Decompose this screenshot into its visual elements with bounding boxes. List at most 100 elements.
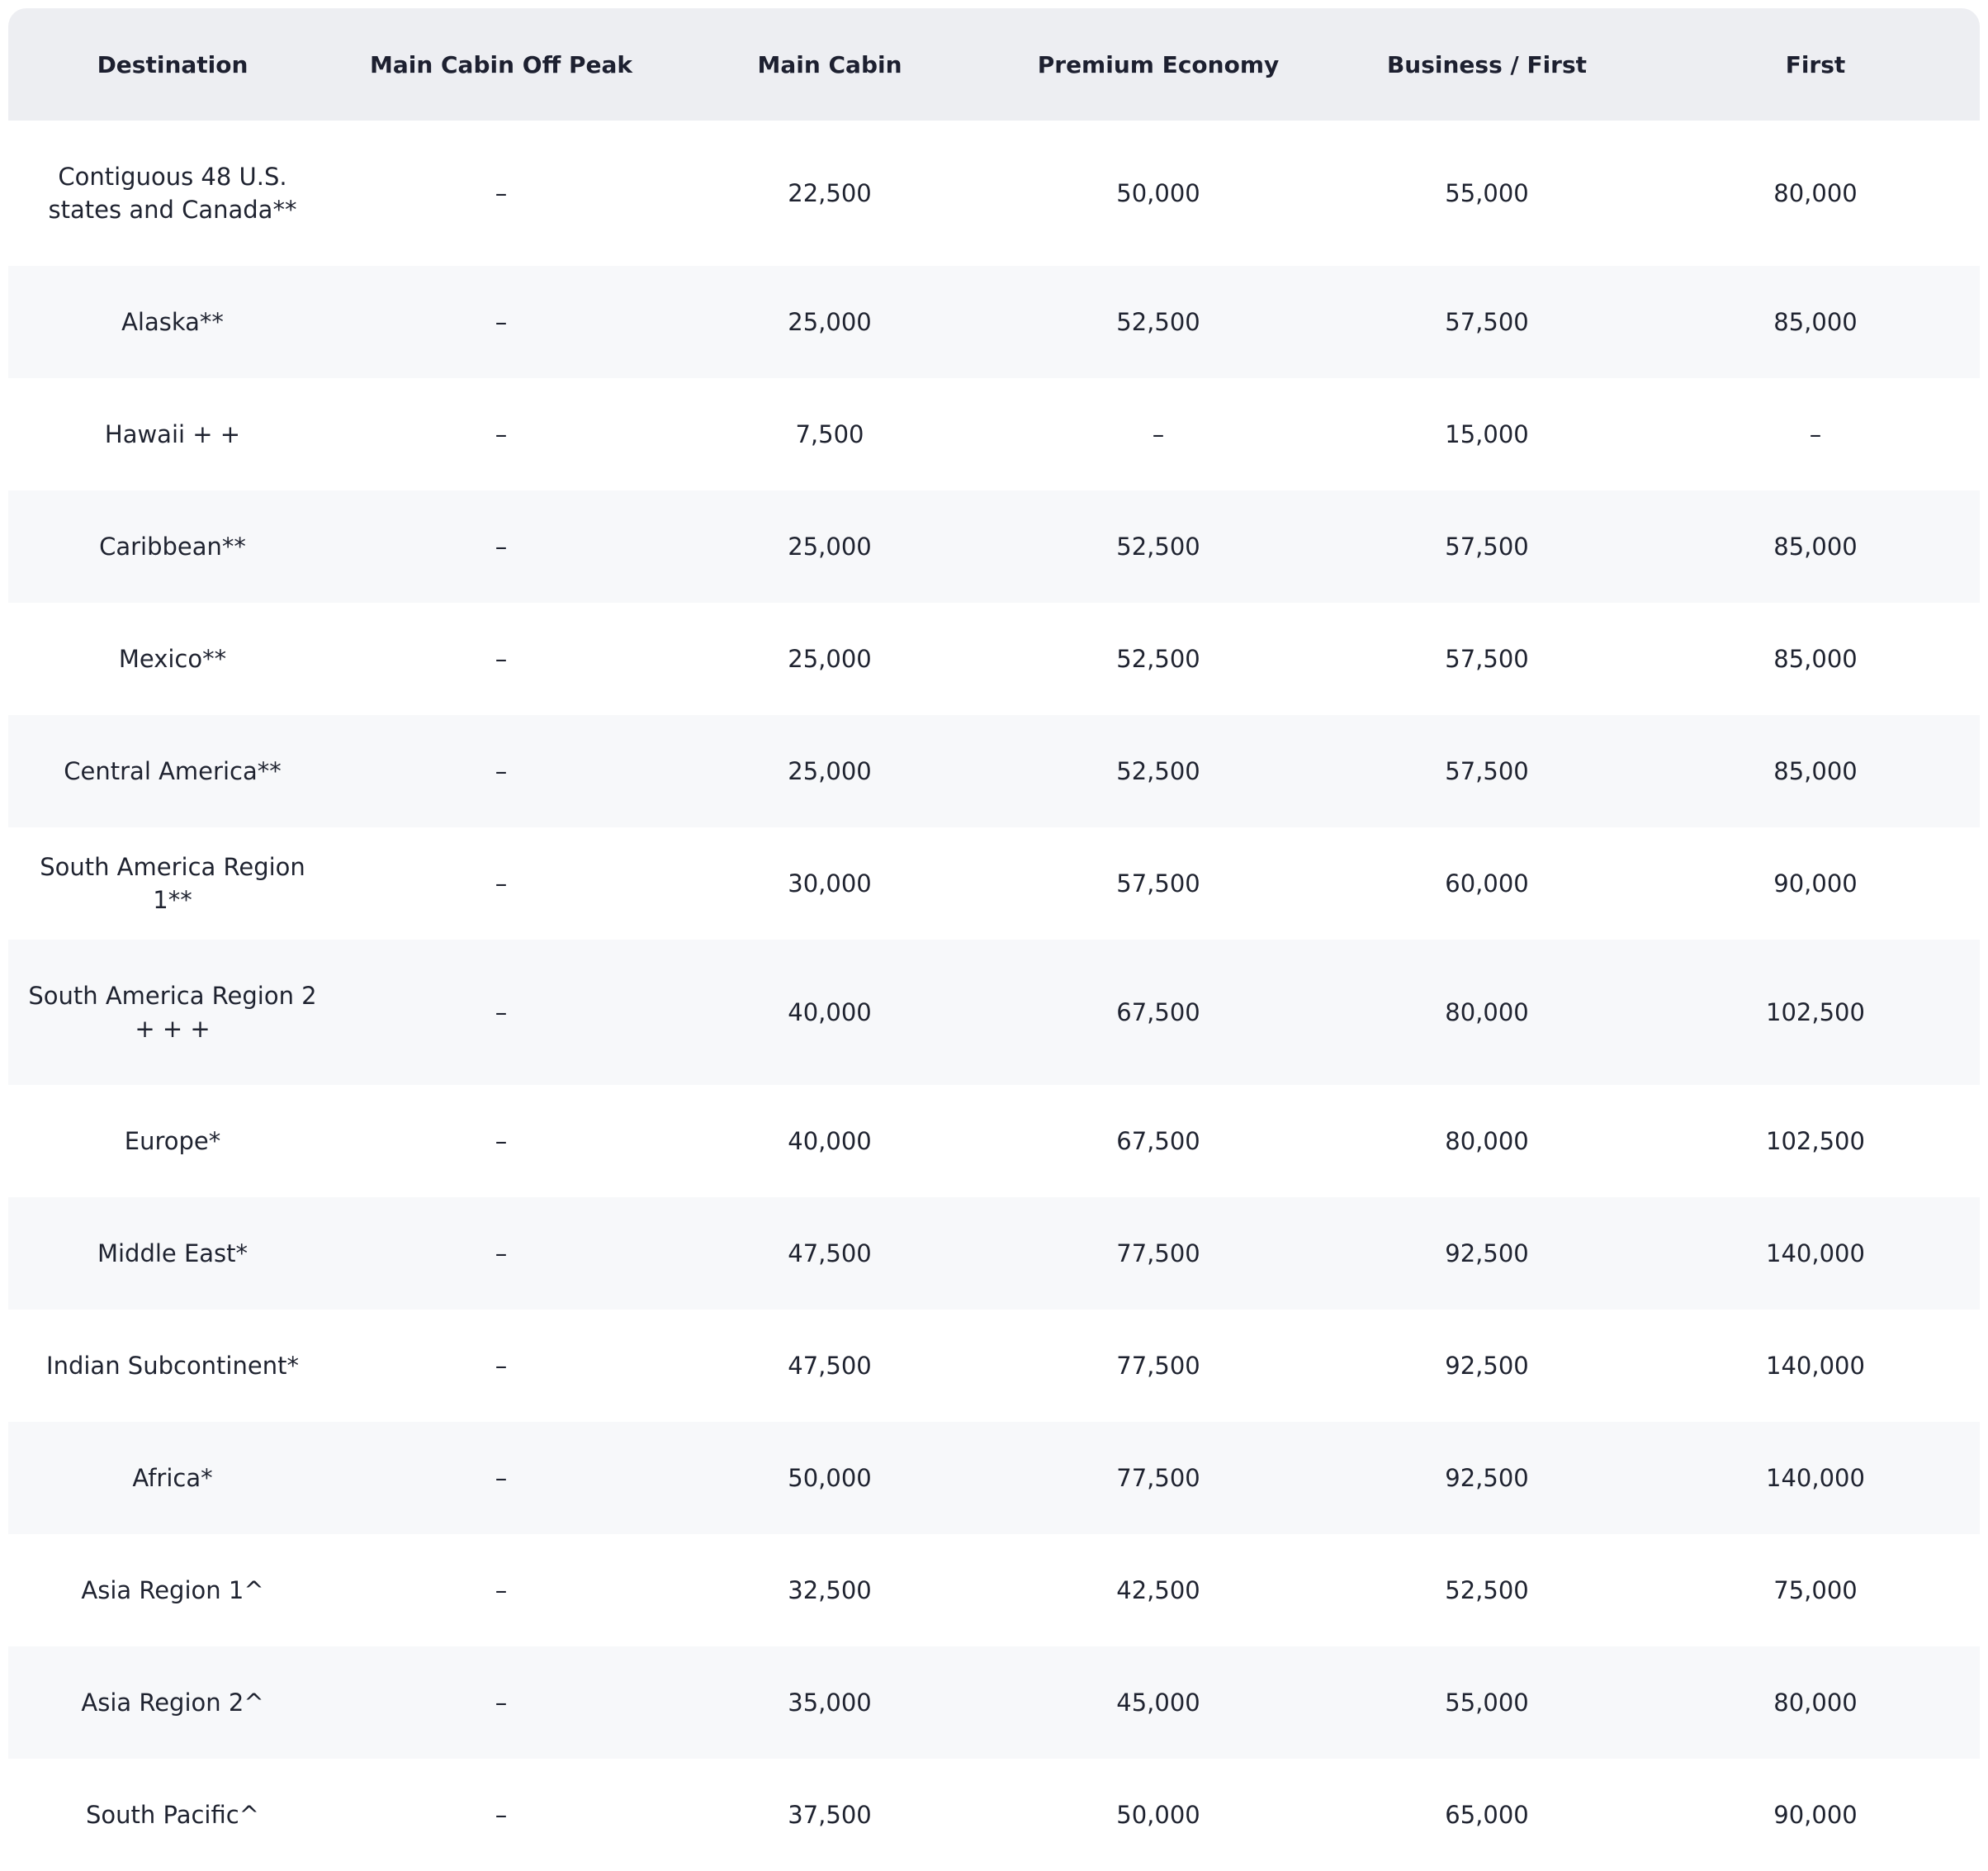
first-cell: – — [1651, 378, 1980, 490]
first-cell: 102,500 — [1651, 940, 1980, 1085]
table-row: Europe* – 40,000 67,500 80,000 102,500 — [8, 1085, 1980, 1197]
first-cell: 85,000 — [1651, 603, 1980, 715]
off-peak-cell: – — [337, 1310, 665, 1422]
premium-economy-cell: 42,500 — [994, 1534, 1323, 1646]
business-first-cell: 15,000 — [1323, 378, 1651, 490]
business-first-cell: 55,000 — [1323, 1646, 1651, 1759]
business-first-cell: 57,500 — [1323, 266, 1651, 378]
first-cell: 90,000 — [1651, 1759, 1980, 1871]
first-cell: 85,000 — [1651, 490, 1980, 603]
table-row: Hawaii + + – 7,500 – 15,000 – — [8, 378, 1980, 490]
premium-economy-cell: 50,000 — [994, 121, 1323, 266]
table-row: South Pacific^ – 37,500 50,000 65,000 90… — [8, 1759, 1980, 1871]
premium-economy-cell: 52,500 — [994, 715, 1323, 827]
table-row: Contiguous 48 U.S. states and Canada** –… — [8, 121, 1980, 266]
column-header-main-cabin: Main Cabin — [665, 8, 994, 121]
destination-cell: South America Region 1** — [8, 827, 337, 940]
off-peak-cell: – — [337, 1759, 665, 1871]
first-cell: 140,000 — [1651, 1310, 1980, 1422]
premium-economy-cell: 50,000 — [994, 1759, 1323, 1871]
table-row: South America Region 2 + + + – 40,000 67… — [8, 940, 1980, 1085]
main-cabin-cell: 32,500 — [665, 1534, 994, 1646]
award-chart-container: Destination Main Cabin Off Peak Main Cab… — [8, 8, 1980, 1871]
destination-cell: Asia Region 2^ — [8, 1646, 337, 1759]
destination-cell: Contiguous 48 U.S. states and Canada** — [8, 121, 337, 266]
off-peak-cell: – — [337, 1534, 665, 1646]
destination-cell: Caribbean** — [8, 490, 337, 603]
business-first-cell: 55,000 — [1323, 121, 1651, 266]
premium-economy-cell: 67,500 — [994, 1085, 1323, 1197]
award-chart-table: Destination Main Cabin Off Peak Main Cab… — [8, 8, 1980, 1871]
business-first-cell: 92,500 — [1323, 1310, 1651, 1422]
business-first-cell: 80,000 — [1323, 940, 1651, 1085]
premium-economy-cell: 67,500 — [994, 940, 1323, 1085]
main-cabin-cell: 30,000 — [665, 827, 994, 940]
main-cabin-cell: 47,500 — [665, 1197, 994, 1310]
first-cell: 80,000 — [1651, 121, 1980, 266]
premium-economy-cell: 77,500 — [994, 1310, 1323, 1422]
destination-cell: Hawaii + + — [8, 378, 337, 490]
table-row: Middle East* – 47,500 77,500 92,500 140,… — [8, 1197, 1980, 1310]
premium-economy-cell: 57,500 — [994, 827, 1323, 940]
business-first-cell: 65,000 — [1323, 1759, 1651, 1871]
premium-economy-cell: – — [994, 378, 1323, 490]
column-header-destination: Destination — [8, 8, 337, 121]
destination-cell: South Pacific^ — [8, 1759, 337, 1871]
business-first-cell: 92,500 — [1323, 1422, 1651, 1534]
off-peak-cell: – — [337, 121, 665, 266]
first-cell: 75,000 — [1651, 1534, 1980, 1646]
main-cabin-cell: 47,500 — [665, 1310, 994, 1422]
off-peak-cell: – — [337, 490, 665, 603]
main-cabin-cell: 25,000 — [665, 603, 994, 715]
premium-economy-cell: 52,500 — [994, 266, 1323, 378]
main-cabin-cell: 25,000 — [665, 490, 994, 603]
off-peak-cell: – — [337, 266, 665, 378]
table-row: Caribbean** – 25,000 52,500 57,500 85,00… — [8, 490, 1980, 603]
off-peak-cell: – — [337, 1646, 665, 1759]
main-cabin-cell: 50,000 — [665, 1422, 994, 1534]
business-first-cell: 57,500 — [1323, 603, 1651, 715]
destination-cell: Asia Region 1^ — [8, 1534, 337, 1646]
main-cabin-cell: 25,000 — [665, 266, 994, 378]
table-row: Asia Region 1^ – 32,500 42,500 52,500 75… — [8, 1534, 1980, 1646]
premium-economy-cell: 52,500 — [994, 603, 1323, 715]
business-first-cell: 92,500 — [1323, 1197, 1651, 1310]
off-peak-cell: – — [337, 827, 665, 940]
off-peak-cell: – — [337, 603, 665, 715]
first-cell: 140,000 — [1651, 1422, 1980, 1534]
table-row: Indian Subcontinent* – 47,500 77,500 92,… — [8, 1310, 1980, 1422]
off-peak-cell: – — [337, 1085, 665, 1197]
premium-economy-cell: 77,500 — [994, 1422, 1323, 1534]
destination-cell: Mexico** — [8, 603, 337, 715]
off-peak-cell: – — [337, 940, 665, 1085]
premium-economy-cell: 52,500 — [994, 490, 1323, 603]
business-first-cell: 57,500 — [1323, 490, 1651, 603]
main-cabin-cell: 7,500 — [665, 378, 994, 490]
table-row: Alaska** – 25,000 52,500 57,500 85,000 — [8, 266, 1980, 378]
destination-cell: Middle East* — [8, 1197, 337, 1310]
first-cell: 102,500 — [1651, 1085, 1980, 1197]
column-header-premium-economy: Premium Economy — [994, 8, 1323, 121]
off-peak-cell: – — [337, 1197, 665, 1310]
table-row: Africa* – 50,000 77,500 92,500 140,000 — [8, 1422, 1980, 1534]
table-row: Asia Region 2^ – 35,000 45,000 55,000 80… — [8, 1646, 1980, 1759]
column-header-first: First — [1651, 8, 1980, 121]
first-cell: 85,000 — [1651, 266, 1980, 378]
off-peak-cell: – — [337, 378, 665, 490]
column-header-main-cabin-off-peak: Main Cabin Off Peak — [337, 8, 665, 121]
business-first-cell: 52,500 — [1323, 1534, 1651, 1646]
header-row: Destination Main Cabin Off Peak Main Cab… — [8, 8, 1980, 121]
column-header-business-first: Business / First — [1323, 8, 1651, 121]
destination-cell: Europe* — [8, 1085, 337, 1197]
first-cell: 85,000 — [1651, 715, 1980, 827]
destination-cell: South America Region 2 + + + — [8, 940, 337, 1085]
off-peak-cell: – — [337, 1422, 665, 1534]
destination-cell: Indian Subcontinent* — [8, 1310, 337, 1422]
table-header: Destination Main Cabin Off Peak Main Cab… — [8, 8, 1980, 121]
premium-economy-cell: 45,000 — [994, 1646, 1323, 1759]
destination-cell: Central America** — [8, 715, 337, 827]
business-first-cell: 80,000 — [1323, 1085, 1651, 1197]
main-cabin-cell: 25,000 — [665, 715, 994, 827]
first-cell: 80,000 — [1651, 1646, 1980, 1759]
business-first-cell: 60,000 — [1323, 827, 1651, 940]
